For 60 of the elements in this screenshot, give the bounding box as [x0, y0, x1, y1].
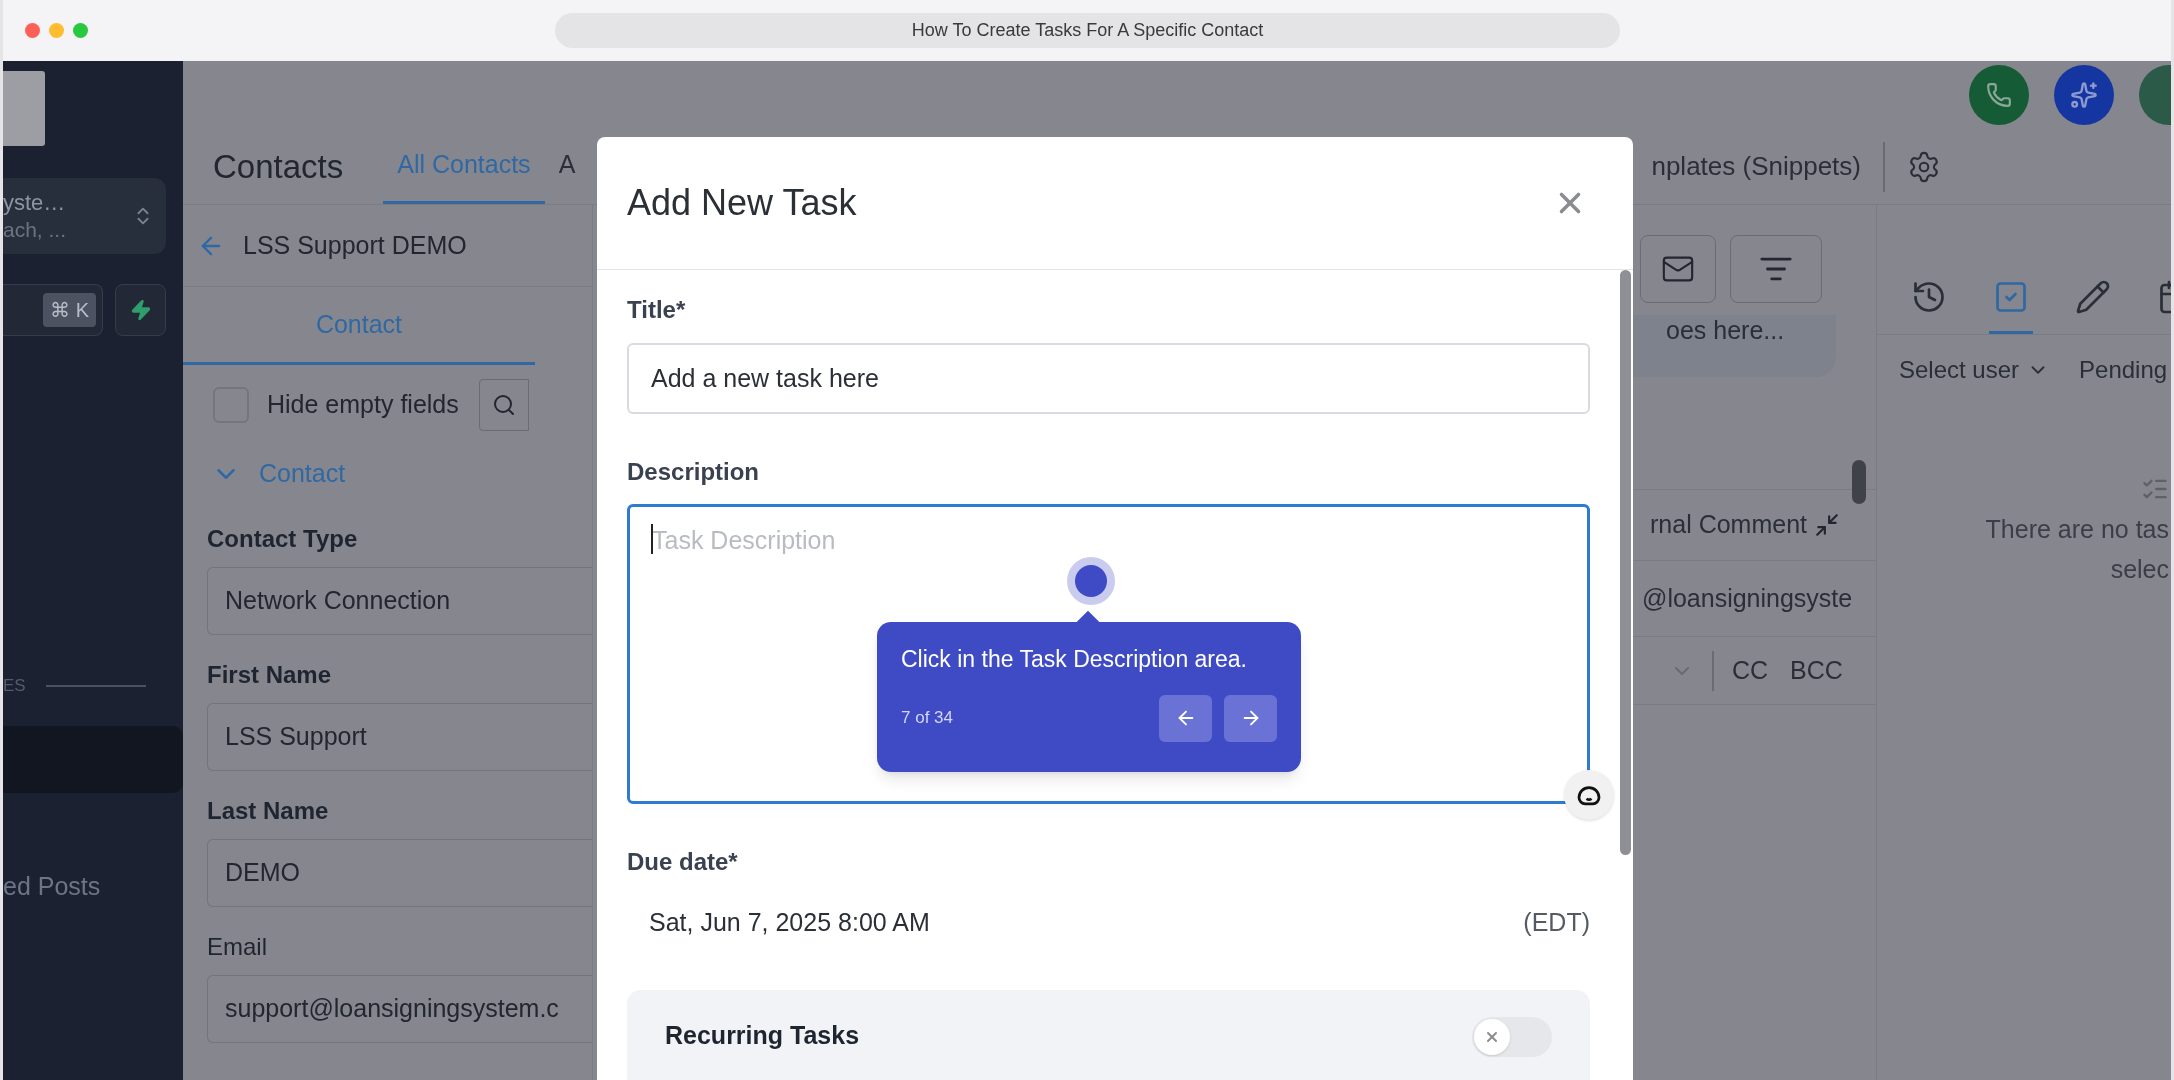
contact-field[interactable]: support@loansigningsystem.c: [207, 975, 592, 1043]
email-button[interactable]: [1640, 235, 1716, 303]
ai-button[interactable]: [2054, 65, 2114, 125]
notes-icon: [2075, 279, 2111, 315]
workspace-switcher[interactable]: yste… ach, ...: [3, 178, 166, 254]
search-field[interactable]: ⌘ K: [3, 284, 103, 336]
filter-button[interactable]: [1730, 235, 1822, 303]
call-button[interactable]: [1969, 65, 2029, 125]
due-date-field[interactable]: Sat, Jun 7, 2025 8:00 AM (EDT): [627, 898, 1590, 948]
field-label: Last Name: [207, 796, 330, 826]
page-title: Contacts: [213, 146, 344, 187]
previous-button[interactable]: [1159, 694, 1212, 742]
filter-dropdown[interactable]: Pending: [2079, 352, 2168, 388]
tasks-icon: [1993, 279, 2029, 315]
lightning-icon: [129, 299, 152, 321]
phone-icon: [1986, 82, 2012, 108]
empty-message: There are no tas selec: [1984, 514, 2169, 585]
field-label: Contact Type: [207, 524, 359, 554]
text-cursor: [651, 524, 653, 554]
contact-field[interactable]: Network Connection: [207, 567, 592, 635]
x-icon: [1484, 1029, 1500, 1045]
workspace-name: yste…: [3, 189, 67, 217]
recurring-toggle[interactable]: [1472, 1017, 1552, 1057]
field-label: Description: [627, 457, 761, 487]
contacts-tab[interactable]: A: [544, 129, 590, 204]
sidebar-item[interactable]: ed Posts: [3, 853, 183, 920]
tooltip-text: Click in the Task Description area.: [901, 645, 1248, 674]
recurring-label: Recurring Tasks: [665, 1020, 860, 1051]
scrollbar-thumb: [1852, 460, 1866, 504]
shortcut-key: ⌘ K: [43, 293, 96, 327]
title-input[interactable]: Add a new task here: [627, 343, 1590, 414]
sparkles-icon: [2070, 81, 2098, 109]
lightning-button[interactable]: [115, 284, 166, 336]
step-counter: 7 of 34: [901, 707, 953, 730]
checkbox-label: Hide empty fields: [267, 389, 459, 421]
field-label: First Name: [207, 660, 333, 690]
templates-link[interactable]: nplates (Snippets): [1651, 147, 1861, 186]
filter-dropdown[interactable]: Select user: [1899, 352, 2050, 388]
field-label: Email: [207, 932, 268, 962]
contact-name: LSS Support DEMO: [243, 229, 467, 261]
field-label: Title*: [627, 295, 687, 325]
history-icon: [1911, 279, 1947, 315]
contact-field[interactable]: LSS Support: [207, 703, 592, 771]
search-icon: [491, 393, 516, 417]
cc-link[interactable]: CC: [1732, 651, 1769, 690]
comment-title: rnal Comment: [1650, 509, 1807, 541]
section-label: ES: [3, 675, 26, 698]
timezone-label: (EDT): [1523, 907, 1590, 939]
contact-field[interactable]: DEMO: [207, 839, 592, 907]
bcc-link[interactable]: BCC: [1790, 651, 1843, 690]
field-label: Due date*: [627, 847, 739, 877]
note-text: oes here...: [1666, 315, 1785, 345]
dialog-title: Add New Task: [627, 181, 857, 225]
settings-icon[interactable]: [1907, 149, 1941, 184]
search-button[interactable]: [478, 379, 529, 431]
recipient-email: @loansigningsyste: [1642, 582, 1853, 614]
next-button[interactable]: [1224, 694, 1277, 742]
address-bar[interactable]: How To Create Tasks For A Specific Contact: [555, 13, 1620, 48]
collapse-icon[interactable]: [1814, 512, 1840, 538]
workspace-subtitle: ach, ...: [3, 216, 67, 243]
